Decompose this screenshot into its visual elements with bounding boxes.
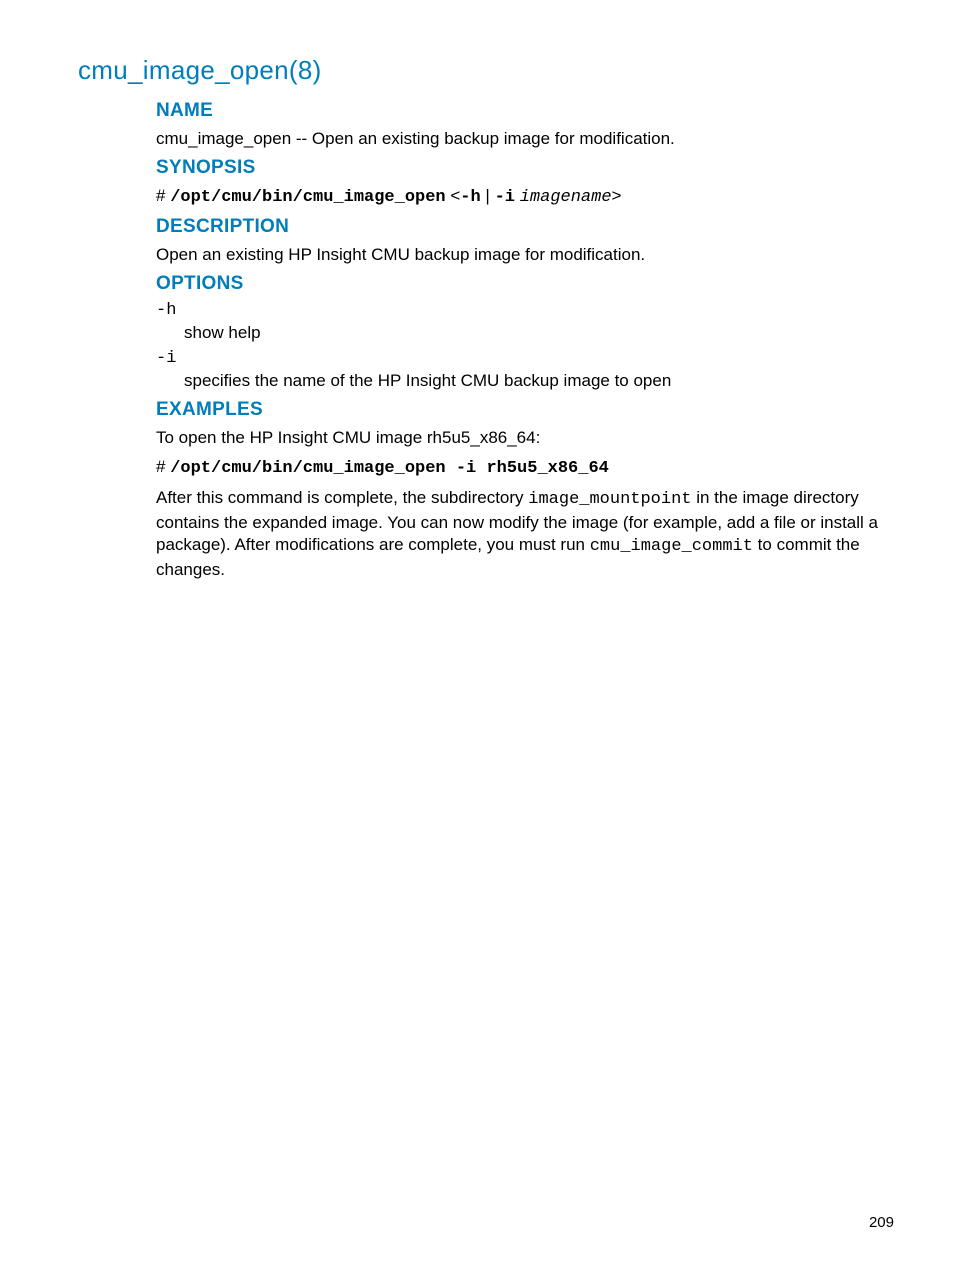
page-number: 209 xyxy=(869,1214,894,1231)
description-text: Open an existing HP Insight CMU backup i… xyxy=(156,244,894,267)
content-body: NAME cmu_image_open -- Open an existing … xyxy=(78,100,894,582)
synopsis-pipe: | xyxy=(481,186,495,205)
example-command: # /opt/cmu/bin/cmu_image_open -i rh5u5_x… xyxy=(156,456,894,481)
synopsis-flag-i: -i xyxy=(495,188,515,207)
examples-intro: To open the HP Insight CMU image rh5u5_x… xyxy=(156,427,894,450)
synopsis-cmd: /opt/cmu/bin/cmu_image_open xyxy=(170,188,445,207)
section-description: DESCRIPTION Open an existing HP Insight … xyxy=(156,216,894,267)
heading-examples: EXAMPLES xyxy=(156,399,894,421)
name-text: cmu_image_open -- Open an existing backu… xyxy=(156,128,894,151)
example-prompt: # xyxy=(156,457,170,476)
heading-name: NAME xyxy=(156,100,894,122)
synopsis-gt: > xyxy=(612,186,622,205)
section-name: NAME cmu_image_open -- Open an existing … xyxy=(156,100,894,151)
man-page: cmu_image_open(8) NAME cmu_image_open --… xyxy=(0,0,954,628)
heading-synopsis: SYNOPSIS xyxy=(156,157,894,179)
synopsis-lt: < xyxy=(446,186,461,205)
para-pre: After this command is complete, the subd… xyxy=(156,488,528,507)
example-cmd-text: /opt/cmu/bin/cmu_image_open -i rh5u5_x86… xyxy=(170,459,609,478)
option-flag: -h xyxy=(156,301,894,320)
section-examples: EXAMPLES To open the HP Insight CMU imag… xyxy=(156,399,894,583)
section-options: OPTIONS -h show help -i specifies the na… xyxy=(156,273,894,393)
synopsis-line: # /opt/cmu/bin/cmu_image_open <-h | -i i… xyxy=(156,185,894,210)
option-desc: show help xyxy=(156,322,894,345)
synopsis-prompt: # xyxy=(156,186,170,205)
para-code2: cmu_image_commit xyxy=(590,537,753,556)
synopsis-flag-h: -h xyxy=(460,188,480,207)
page-title: cmu_image_open(8) xyxy=(78,55,894,86)
synopsis-arg: imagename xyxy=(520,188,612,207)
heading-options: OPTIONS xyxy=(156,273,894,295)
para-code1: image_mountpoint xyxy=(528,490,691,509)
option-flag: -i xyxy=(156,349,894,368)
section-synopsis: SYNOPSIS # /opt/cmu/bin/cmu_image_open <… xyxy=(156,157,894,210)
heading-description: DESCRIPTION xyxy=(156,216,894,238)
option-desc: specifies the name of the HP Insight CMU… xyxy=(156,370,894,393)
examples-paragraph: After this command is complete, the subd… xyxy=(156,487,894,583)
